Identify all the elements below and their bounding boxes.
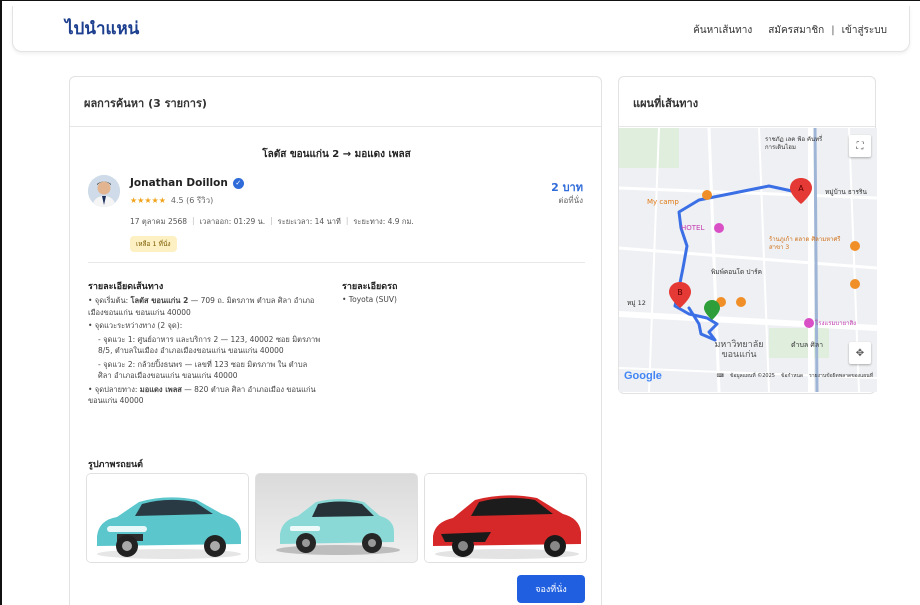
red-car-image — [425, 474, 586, 562]
map-header: แผนที่เส้นทาง — [619, 77, 875, 127]
results-header: ผลการค้นหา (3 รายการ) — [70, 77, 601, 127]
driver-name-text: Jonathan Doillon — [130, 177, 228, 189]
car-photo-3[interactable] — [424, 473, 587, 563]
car-photo-1[interactable] — [86, 473, 249, 563]
avatar-image — [88, 175, 120, 207]
meta-separator: | — [192, 216, 195, 225]
window-top-edge — [0, 0, 920, 1]
top-navbar: ไปนำแหน่ ค้นหาเส้นทาง สมัครสมาชิก | เข้า… — [12, 6, 910, 52]
meta-separator: | — [270, 216, 273, 225]
meta-separator: | — [345, 216, 349, 225]
driver-name[interactable]: Jonathan Doillon ✓ — [130, 177, 244, 189]
map-label-market: ร้านภูเก้า ตลาด ศิลามหาศรีสาขา 3 — [769, 236, 841, 251]
map-label-condo: พิมพ์คอนโด ปาร์ค — [711, 268, 762, 276]
nav-search-route-link[interactable]: ค้นหาเส้นทาง — [693, 23, 752, 38]
map-terms-link[interactable]: ข้อกำหนด — [781, 372, 803, 380]
route-start-name: โลตัส ขอนแก่น 2 — [130, 296, 189, 305]
trip-departure: เวลาออก: 01:29 น. — [199, 217, 266, 226]
price-unit: ต่อที่นั่ง — [558, 196, 583, 205]
google-logo-text: Google — [624, 370, 662, 382]
map-label-rajabhat: ราชภัฏ เลค ฟ้อ คันทรี่ การเดินไฮม — [765, 136, 823, 151]
map-label-my-camp: My camp — [647, 198, 679, 206]
waypoint-1: - จุดแวะ 1: ศูนย์อาหาร และบริการ 2 — 123… — [98, 334, 321, 356]
route-title: โลตัส ขอนแก่น 2 → มอแดง เพลส — [262, 149, 411, 160]
book-seat-button[interactable]: จองที่นั่ง — [517, 575, 585, 603]
route-map-card: แผนที่เส้นทาง A B My camp HOTEL ราชภัฏ เ… — [618, 76, 877, 394]
svg-text:A: A — [798, 184, 804, 193]
nav-login-link[interactable]: เข้าสู่ระบบ — [842, 23, 887, 38]
trip-date: 17 ตุลาคม 2568 — [130, 217, 188, 226]
google-logo: Google — [624, 370, 662, 382]
teal-car-front-image — [87, 474, 248, 562]
route-end-name: มอแดง เพลส — [139, 384, 182, 394]
nav-links: ค้นหาเส้นทาง สมัครสมาชิก | เข้าสู่ระบบ — [693, 23, 887, 38]
map-label-university: มหาวิทยาลัย ขอนแก่น — [714, 340, 764, 360]
nav-separator: | — [831, 25, 835, 36]
verified-check-icon: ✓ — [232, 177, 244, 189]
car-photos — [86, 473, 587, 563]
map-label-hotel: HOTEL — [681, 224, 705, 232]
brand-logo[interactable]: ไปนำแหน่ — [65, 15, 139, 42]
driver-avatar — [88, 175, 120, 207]
map-label-village: หมู่บ้าน ธารริน — [825, 188, 867, 196]
window-left-edge — [0, 0, 2, 605]
map-label-hotel2: โรงแรมบายาสิง — [815, 320, 857, 327]
map-footer: ⌨ ข้อมูลแผนที่ ©2025 ข้อกำหนด รายงานข้อผ… — [717, 372, 873, 380]
map-report-link[interactable]: รายงานข้อผิดพลาดของแผนที่ — [809, 372, 873, 380]
map-label-moo12: หมู่ 12 — [627, 299, 646, 307]
route-map[interactable]: A B My camp HOTEL ราชภัฏ เลค ฟ้อ คันทรี่… — [619, 128, 877, 392]
trip-meta: 17 ตุลาคม 2568 | เวลาออก: 01:29 น. | ระย… — [130, 216, 414, 228]
rating-text: 4.5 (6 รีวิว) — [170, 196, 214, 205]
car-photos-title: รูปภาพรถยนต์ — [88, 460, 144, 470]
route-start-prefix: • จุดเริ่มต้น: — [88, 296, 131, 305]
seats-left-badge: เหลือ 1 ที่นั่ง — [130, 236, 177, 252]
route-details-title: รายละเอียดเส้นทาง — [88, 282, 164, 292]
map-label-sila: ตำบล ศิลา — [791, 341, 824, 349]
waypoint-2: - จุดแวะ 2: กล้วยปิ้งธนพร — เลขที่ 123 ซ… — [98, 359, 308, 381]
trip-distance: ระยะทาง: 4.9 กม. — [353, 217, 414, 226]
fullscreen-icon[interactable]: ⛶ — [849, 135, 871, 157]
map-data-credit: ข้อมูลแผนที่ ©2025 — [729, 373, 775, 379]
pan-control-icon[interactable]: ✥ — [849, 342, 871, 364]
keyboard-shortcuts-icon[interactable]: ⌨ — [717, 373, 724, 379]
driver-rating: ★★★★★ 4.5 (6 รีวิว) — [130, 194, 213, 207]
star-rating-icon: ★★★★★ — [130, 196, 166, 205]
section-divider — [88, 262, 585, 263]
search-results-card: ผลการค้นหา (3 รายการ) โลตัส ขอนแก่น 2 → … — [69, 76, 602, 605]
teal-car-side-image — [276, 499, 400, 555]
car-model: • Toyota (SUV) — [342, 295, 397, 304]
car-photo-2[interactable] — [255, 473, 418, 563]
waypoints-header: • จุดแวะระหว่างทาง (2 จุด): — [88, 321, 183, 330]
route-start: • จุดเริ่มต้น: โลตัส ขอนแก่น 2 — 709 ถ. … — [88, 295, 323, 318]
route-end: • จุดปลายทาง: มอแดง เพลส — 820 ตำบล ศิลา… — [88, 384, 323, 407]
car-details-title: รายละเอียดรถ — [342, 282, 398, 292]
trip-duration: ระยะเวลา: 14 นาที — [277, 217, 341, 226]
route-end-prefix: • จุดปลายทาง: — [88, 384, 140, 394]
nav-register-link[interactable]: สมัครสมาชิก — [768, 23, 824, 38]
svg-text:B: B — [677, 288, 683, 297]
route-details: • จุดเริ่มต้น: โลตัส ขอนแก่น 2 — 709 ถ. … — [88, 295, 323, 409]
